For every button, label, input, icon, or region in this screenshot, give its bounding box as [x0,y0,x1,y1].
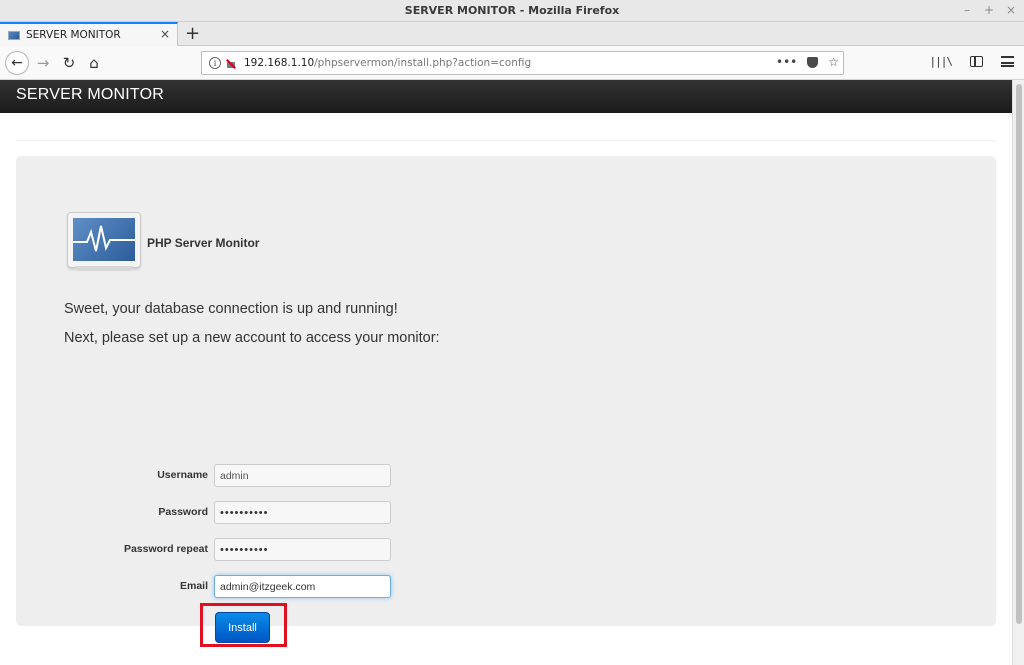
pocket-icon[interactable] [807,56,819,68]
tab-close-icon[interactable]: × [160,27,170,41]
insecure-lock-icon[interactable] [226,58,236,69]
heartbeat-icon [73,225,135,252]
connection-message: Sweet, your database connection is up an… [64,301,398,317]
password-input[interactable] [214,501,391,524]
email-input[interactable] [214,575,391,598]
logo-display [73,218,135,261]
back-button[interactable]: ← [5,51,29,75]
tab-server-monitor[interactable]: SERVER MONITOR × [0,22,178,46]
product-name: PHP Server Monitor [147,236,260,250]
email-row: Email [16,575,416,598]
password-repeat-row: Password repeat [16,538,416,561]
scrollbar-thumb[interactable] [1016,84,1022,624]
window-titlebar: SERVER MONITOR - Mozilla Firefox – + × [0,0,1024,22]
page-content: SERVER MONITOR PHP Server Monitor Sweet,… [0,80,1012,665]
username-input[interactable] [214,464,391,487]
password-label: Password [158,506,208,518]
setup-message: Next, please set up a new account to acc… [64,330,440,346]
new-tab-button[interactable]: + [185,23,200,44]
close-window-button[interactable]: × [1006,3,1016,17]
password-repeat-input[interactable] [214,538,391,561]
username-row: Username [16,464,416,487]
library-icon[interactable]: |||\ [930,55,953,68]
url-path: /phpservermon/install.php?action=config [314,57,532,69]
tab-title: SERVER MONITOR [26,29,121,41]
minimize-button[interactable]: – [962,3,972,17]
username-label: Username [157,469,208,481]
url-actions: ••• ☆ [776,55,839,69]
page-scrollbar[interactable] [1012,80,1024,665]
maximize-button[interactable]: + [984,3,994,17]
password-repeat-label: Password repeat [123,543,208,555]
menu-icon[interactable] [1001,56,1014,67]
sidebar-icon[interactable] [970,56,983,67]
site-info-icon[interactable]: i [209,57,221,69]
window-controls: – + × [962,3,1016,17]
nav-toolbar: ← → ↻ ⌂ i 192.168.1.10 /phpservermon/ins… [0,46,1024,80]
site-favicon-icon [8,30,20,40]
page-actions-icon[interactable]: ••• [776,55,797,69]
install-panel: PHP Server Monitor Sweet, your database … [16,156,996,647]
install-button[interactable]: Install [215,612,270,643]
email-label: Email [179,580,208,592]
window-title: SERVER MONITOR - Mozilla Firefox [404,4,620,17]
tab-strip: SERVER MONITOR × + [0,22,1024,46]
home-button[interactable]: ⌂ [83,52,105,74]
bookmark-star-icon[interactable]: ☆ [828,55,839,69]
header-divider [16,140,996,141]
toolbar-right: |||\ [930,55,1014,68]
password-row: Password [16,501,416,524]
monitor-logo-icon [67,212,141,272]
app-header: SERVER MONITOR [0,80,1012,113]
app-brand[interactable]: SERVER MONITOR [16,86,164,104]
reload-button[interactable]: ↻ [58,52,80,74]
url-host: 192.168.1.10 [244,57,315,69]
url-bar[interactable]: i 192.168.1.10 /phpservermon/install.php… [201,51,844,75]
forward-button[interactable]: → [32,52,54,74]
logo-base [75,266,133,271]
